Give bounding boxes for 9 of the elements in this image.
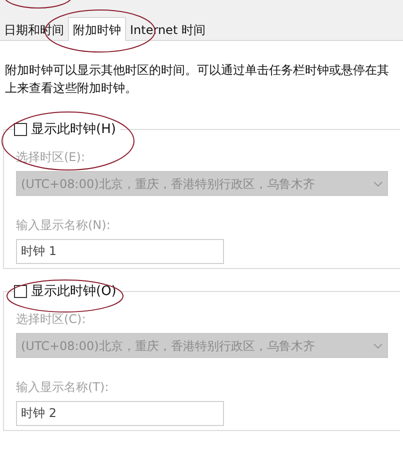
field-label: 选择时区(C): [16,311,87,328]
tab[interactable]: 附加时钟 [68,17,126,41]
field-label: 输入显示名称(T): [16,379,110,396]
checkbox-label: 显示此时钟(H) [31,121,116,139]
chevron-down-icon [373,180,383,186]
checkbox-label: 显示此时钟(O) [31,283,116,301]
description-text: 附加时钟可以显示其他时区的时间。可以通过单击任务栏时钟或悬停在其上来查看这些附加时钟。 [5,62,390,97]
field-label: 输入显示名称(N): [16,217,112,234]
chevron-down-icon [373,342,383,348]
